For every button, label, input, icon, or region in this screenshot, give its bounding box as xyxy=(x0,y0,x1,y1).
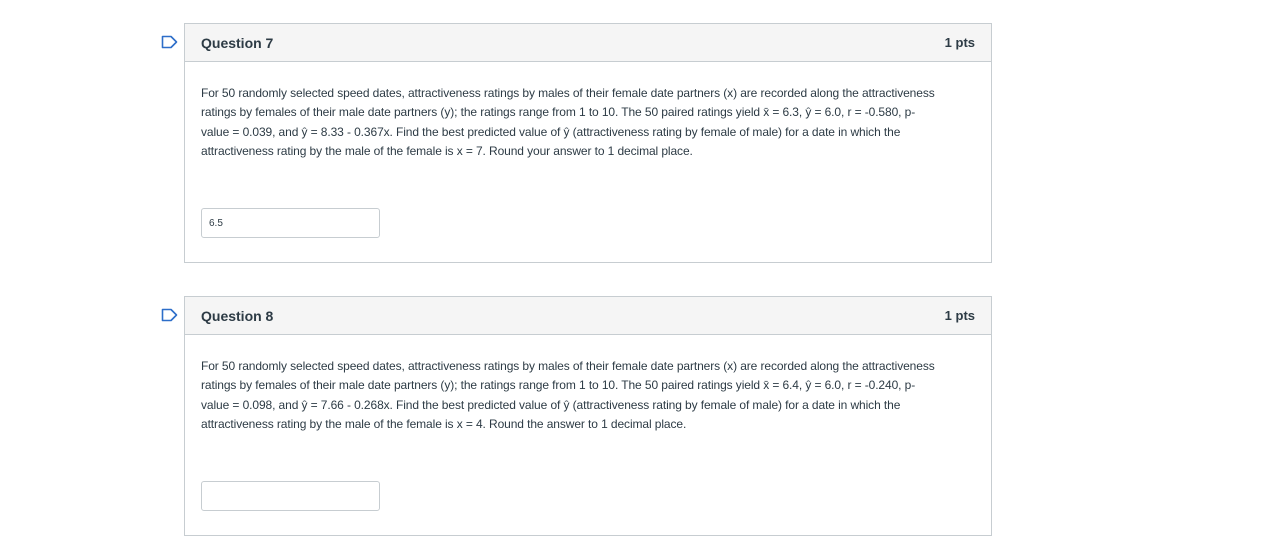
flag-question-8-icon[interactable] xyxy=(161,308,178,322)
question-8-text: For 50 randomly selected speed dates, at… xyxy=(201,357,975,434)
question-7-header: Question 7 1 pts xyxy=(185,24,991,62)
question-7-answer-input[interactable] xyxy=(201,208,380,238)
question-8-line-3: value = 0.098, and ŷ = 7.66 - 0.268x. Fi… xyxy=(201,397,901,412)
question-8-line-1: For 50 randomly selected speed dates, at… xyxy=(201,359,935,373)
question-7-line-4: attractiveness rating by the male of the… xyxy=(201,143,693,158)
question-8-body: For 50 randomly selected speed dates, at… xyxy=(185,335,991,434)
question-8-line-4: attractiveness rating by the male of the… xyxy=(201,416,687,431)
question-7-points: 1 pts xyxy=(944,35,975,50)
question-8-header: Question 8 1 pts xyxy=(185,297,991,335)
question-7-body: For 50 randomly selected speed dates, at… xyxy=(185,62,991,161)
question-8-line-2: ratings by females of their male date pa… xyxy=(201,378,916,393)
question-7-line-1: For 50 randomly selected speed dates, at… xyxy=(201,86,935,100)
question-7-card: Question 7 1 pts For 50 randomly selecte… xyxy=(184,23,992,263)
question-8-points: 1 pts xyxy=(944,308,975,323)
question-7-text: For 50 randomly selected speed dates, at… xyxy=(201,84,975,161)
question-8-answer-input[interactable] xyxy=(201,481,380,511)
flag-question-7-icon[interactable] xyxy=(161,35,178,49)
question-7-title: Question 7 xyxy=(201,34,274,51)
question-7-line-2: ratings by females of their male date pa… xyxy=(201,105,916,120)
question-8-title: Question 8 xyxy=(201,307,274,324)
question-8-card: Question 8 1 pts For 50 randomly selecte… xyxy=(184,296,992,536)
question-7-line-3: value = 0.039, and ŷ = 8.33 - 0.367x. Fi… xyxy=(201,124,901,139)
